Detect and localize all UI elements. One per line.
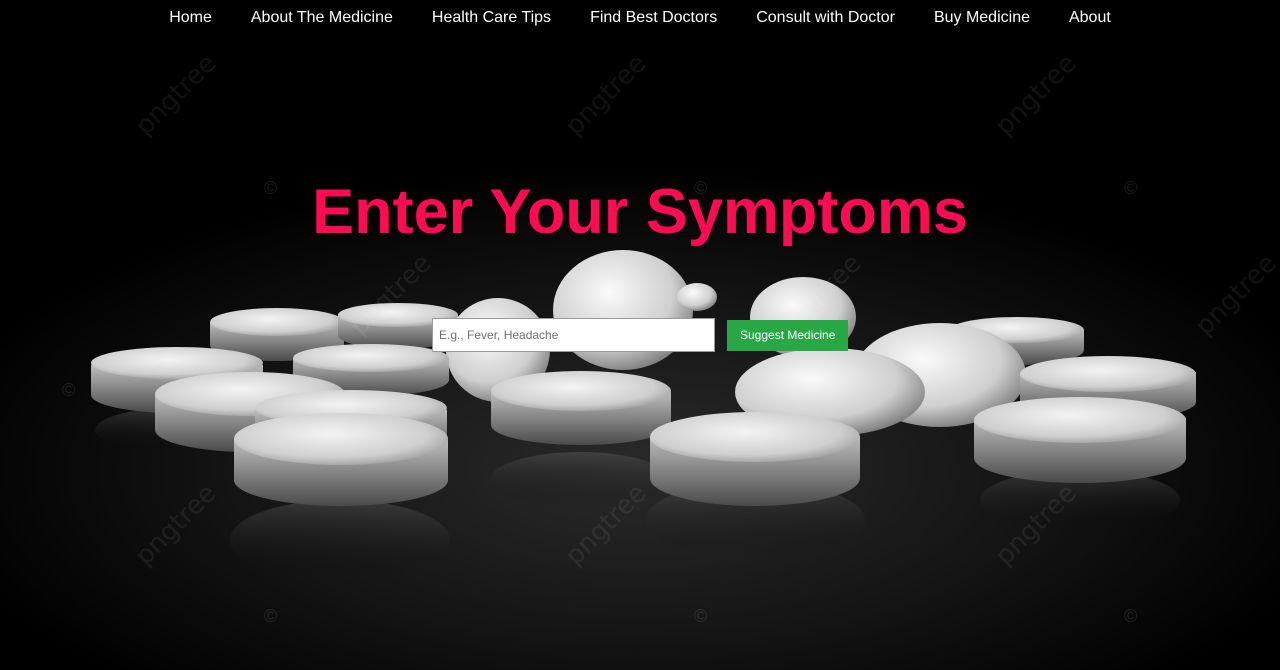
symptom-search-form: Suggest Medicine [432, 318, 849, 352]
page: pngtree pngtree pngtree pngtree pngtree … [0, 0, 1280, 670]
nav-link-buy-medicine[interactable]: Buy Medicine [934, 9, 1030, 27]
suggest-medicine-button[interactable]: Suggest Medicine [727, 319, 849, 351]
nav-link-consult-with-doctor[interactable]: Consult with Doctor [756, 9, 895, 27]
top-navigation: Home About The Medicine Health Care Tips… [0, 0, 1280, 36]
nav-link-health-care-tips[interactable]: Health Care Tips [432, 9, 551, 27]
nav-link-find-best-doctors[interactable]: Find Best Doctors [590, 9, 717, 27]
nav-link-home[interactable]: Home [169, 9, 212, 27]
nav-link-about[interactable]: About [1069, 9, 1111, 27]
symptom-input[interactable] [432, 318, 715, 352]
page-title: Enter Your Symptoms [312, 177, 968, 247]
nav-link-about-the-medicine[interactable]: About The Medicine [251, 9, 393, 27]
